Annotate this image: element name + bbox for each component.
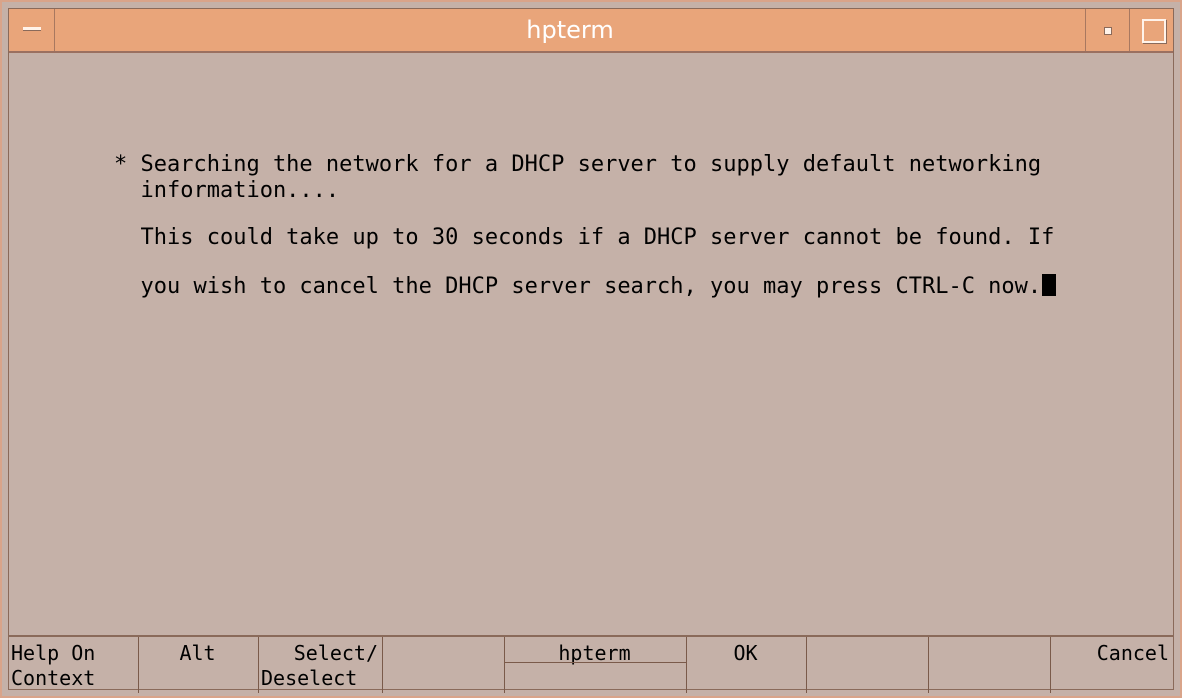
softkey-bar: Help On Context Alt Select/ Deselect hpt… [9,635,1173,693]
softkey-ok[interactable]: OK [687,637,807,693]
terminal-line: * Searching the network for a DHCP serve… [114,152,1042,177]
softkey-label: Deselect [261,666,358,690]
softkey-alt[interactable]: Alt [139,637,259,693]
minimize-button[interactable] [1085,9,1129,51]
terminal-line-with-cursor: you wish to cancel the DHCP server searc… [114,274,1057,299]
softkey-label: Context [11,666,96,690]
terminal-line: information.... [114,178,340,203]
softkey-label: Help On [11,641,96,665]
softkey-empty-7[interactable] [807,637,929,693]
window-menu-button[interactable] [9,9,55,51]
hpterm-window: hpterm * Searching the network for a DHC… [0,0,1182,698]
maximize-button[interactable] [1129,9,1173,51]
window-title: hpterm [526,16,614,44]
softkey-cancel[interactable]: Cancel [1051,637,1173,693]
softkey-divider [505,662,686,663]
softkey-empty-8[interactable] [929,637,1051,693]
terminal-line: This could take up to 30 seconds if a DH… [114,225,1055,250]
softkey-select-deselect[interactable]: Select/ Deselect [259,637,383,693]
window-menu-icon [23,27,41,31]
text-cursor [1042,274,1057,296]
softkey-help-on-context[interactable]: Help On Context [9,637,139,693]
terminal-area[interactable]: * Searching the network for a DHCP serve… [10,54,1172,634]
softkey-empty-4[interactable] [383,637,505,693]
maximize-icon [1142,19,1166,43]
minimize-icon [1104,27,1112,35]
softkey-label: Cancel [1096,641,1169,665]
title-bar[interactable]: hpterm [9,9,1173,53]
softkey-label: OK [733,641,758,665]
softkey-label: Alt [179,641,216,665]
terminal-line: you wish to cancel the DHCP server searc… [114,274,1042,299]
softkey-label: Select/ [293,641,378,665]
softkey-hpterm[interactable]: hpterm [505,637,687,693]
